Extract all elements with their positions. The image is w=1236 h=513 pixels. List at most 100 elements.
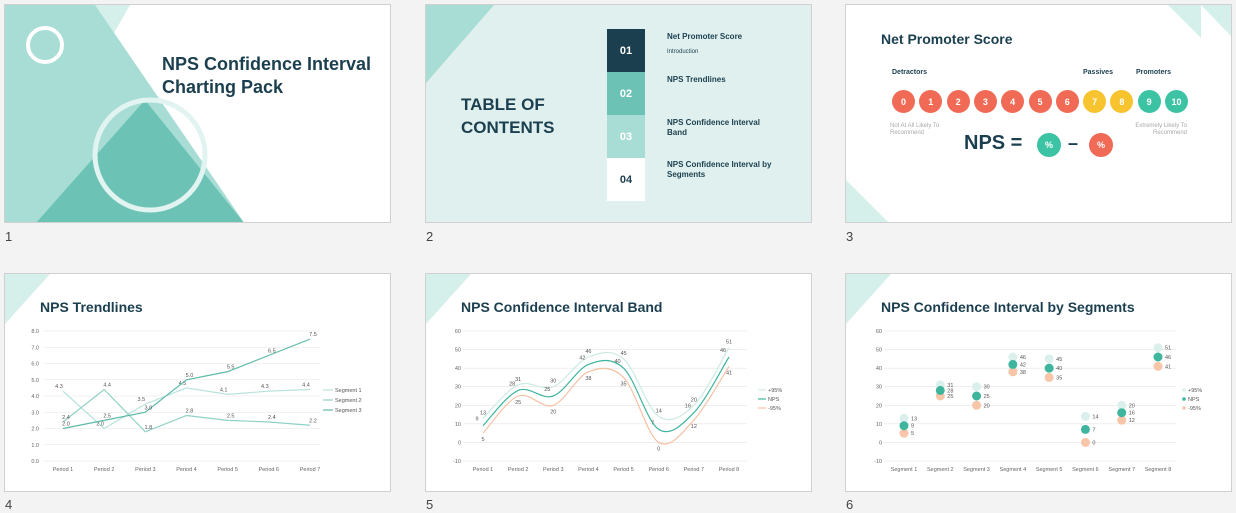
data-label: 31 bbox=[515, 377, 521, 383]
data-label: 2.4 bbox=[62, 415, 70, 421]
data-label: 16 bbox=[1129, 411, 1135, 417]
data-point-series-2 bbox=[1008, 359, 1018, 369]
x-tick-label: Period 5 bbox=[217, 467, 238, 473]
slide-number-5: 5 bbox=[426, 497, 434, 512]
data-point-series-2 bbox=[1080, 424, 1090, 434]
trendlines-chart: 0.0 1.0 2.0 3.0 4.0 5.0 6.0 7.0 8.0 Period 1 Perio… bbox=[31, 329, 362, 473]
promoters-label: Promoters bbox=[1136, 69, 1172, 76]
data-label: 4.3 bbox=[55, 384, 63, 390]
confidence-band-chart: -100102030405060Period 1 Period 2 Period 3… bbox=[453, 329, 782, 473]
x-tick-label: Segment 1 bbox=[891, 467, 918, 473]
data-point-series-2 bbox=[1044, 363, 1054, 373]
data-label: 46 bbox=[585, 349, 591, 355]
data-label: 4.3 bbox=[261, 384, 269, 390]
data-label: 38 bbox=[585, 376, 591, 382]
x-tick-label: Period 4 bbox=[176, 467, 197, 473]
slide-thumbnail-6[interactable]: NPS Confidence Interval by Segments -10 0… bbox=[845, 273, 1232, 492]
toc-label-3: NPS Confidence Interval Band bbox=[667, 118, 760, 137]
y-tick-label: 50 bbox=[455, 348, 461, 354]
legend-label-2: NPS bbox=[768, 397, 780, 403]
data-point-series-3 bbox=[1080, 437, 1090, 447]
slide-thumbnail-5[interactable]: NPS Confidence Interval Band -10 0 10 20 30 4… bbox=[425, 273, 812, 492]
data-label: 28 bbox=[947, 388, 953, 394]
data-label: 41 bbox=[1165, 364, 1171, 370]
y-tick-label: 6.0 bbox=[31, 362, 39, 368]
nps-score-6: 6 bbox=[1055, 90, 1079, 113]
y-tick-label: 2.0 bbox=[31, 427, 39, 433]
data-label: 13 bbox=[911, 416, 917, 422]
data-label: 13 bbox=[480, 410, 486, 416]
data-label: 42 bbox=[579, 355, 585, 361]
toc-sub-1: Introduction bbox=[667, 49, 699, 55]
x-tick-label: Period 1 bbox=[53, 467, 74, 473]
slide-thumbnail-2[interactable]: TABLE OF CONTENTS 01 02 03 04 Net Promot… bbox=[425, 4, 812, 223]
legend-label-2: NPS bbox=[1188, 397, 1200, 403]
slide-thumbnail-4[interactable]: NPS Trendlines 0.0 1.0 2.0 3.0 4.0 5.0 6.0 7.0 8… bbox=[4, 273, 391, 492]
data-label: 45 bbox=[621, 351, 627, 357]
data-label: 3.5 bbox=[138, 397, 146, 403]
slide-thumbnail-3[interactable]: Net Promoter Score Detractors Passives P… bbox=[845, 4, 1232, 223]
x-tick-label: Segment 5 bbox=[1036, 467, 1063, 473]
high-likelihood-label: Extremely Likely To Recommend bbox=[1135, 123, 1187, 136]
legend-label-1: +95% bbox=[768, 388, 782, 394]
data-label: 25 bbox=[947, 394, 953, 400]
data-label: 3.0 bbox=[145, 405, 153, 411]
data-label: 0 bbox=[657, 446, 660, 452]
y-tick-label: -10 bbox=[453, 459, 461, 465]
toc-number-1: 01 bbox=[619, 44, 633, 57]
detractors-label: Detractors bbox=[892, 69, 928, 76]
data-point-series-1 bbox=[1044, 354, 1054, 364]
x-tick-label: Period 7 bbox=[684, 467, 705, 473]
data-point-series-1 bbox=[1153, 343, 1163, 353]
y-tick-label: 10 bbox=[455, 422, 461, 428]
data-label: 12 bbox=[691, 424, 697, 430]
data-label: 6.5 bbox=[268, 348, 276, 354]
data-label: 7.5 bbox=[309, 332, 317, 338]
legend-label-1: Segment 1 bbox=[335, 388, 362, 394]
data-label: 45 bbox=[1056, 357, 1062, 363]
x-tick-label: Period 2 bbox=[94, 467, 115, 473]
slide-1-title: NPS Confidence Interval Charting Pack bbox=[162, 54, 372, 97]
toc-number-2: 02 bbox=[619, 87, 633, 100]
data-label: 2.5 bbox=[227, 413, 235, 419]
data-point-series-3 bbox=[1044, 372, 1054, 382]
segments-chart: -100102030405060Segment 1 Segment 2 Segmen… bbox=[874, 329, 1202, 473]
x-tick-label: Segment 6 bbox=[1072, 467, 1099, 473]
slide-number-2: 2 bbox=[426, 229, 434, 244]
x-tick-label: Period 1 bbox=[473, 467, 494, 473]
y-tick-label: 4.0 bbox=[31, 394, 39, 400]
data-point-series-2 bbox=[935, 385, 945, 395]
legend-label-3: Segment 3 bbox=[335, 408, 362, 414]
data-label: 7 bbox=[1092, 427, 1095, 433]
toc-number-3: 03 bbox=[619, 130, 633, 143]
toc-label-1: Net Promoter Score bbox=[667, 32, 743, 41]
y-tick-label: 3.0 bbox=[31, 410, 39, 416]
data-label: 38 bbox=[1020, 370, 1026, 376]
promoter-percent-circle: % bbox=[1037, 133, 1061, 157]
toc-box-3: 03 bbox=[607, 115, 645, 158]
data-label: 41 bbox=[726, 370, 732, 376]
data-label: 2.8 bbox=[186, 409, 194, 415]
data-label: 16 bbox=[685, 404, 691, 410]
toc-box-4: 04 bbox=[607, 158, 645, 201]
data-label: 46 bbox=[720, 348, 726, 354]
data-label: 35 bbox=[1056, 375, 1062, 381]
y-tick-label: -10 bbox=[874, 459, 882, 465]
toc-label-2: NPS Trendlines bbox=[667, 75, 726, 84]
y-tick-label: 7.0 bbox=[31, 345, 39, 351]
x-tick-label: Period 3 bbox=[135, 467, 156, 473]
data-label: 5 bbox=[911, 431, 914, 437]
y-tick-label: 0 bbox=[458, 440, 461, 446]
nps-score-9: 9 bbox=[1137, 90, 1161, 113]
data-point-series-1 bbox=[1080, 411, 1090, 421]
slide-thumbnail-1[interactable]: NPS Confidence Interval Charting Pack bbox=[4, 4, 391, 223]
y-tick-label: 60 bbox=[876, 329, 882, 335]
data-label: 25 bbox=[984, 394, 990, 400]
data-label: 14 bbox=[1092, 414, 1098, 420]
detractor-percent: % bbox=[1096, 140, 1105, 150]
data-label: 20 bbox=[1129, 403, 1135, 409]
slide-3-title: Net Promoter Score bbox=[881, 31, 1013, 47]
toc-label-4: NPS Confidence Interval by Segments bbox=[667, 160, 772, 179]
data-label: 46 bbox=[1165, 355, 1171, 361]
y-tick-label: 0.0 bbox=[31, 459, 39, 465]
